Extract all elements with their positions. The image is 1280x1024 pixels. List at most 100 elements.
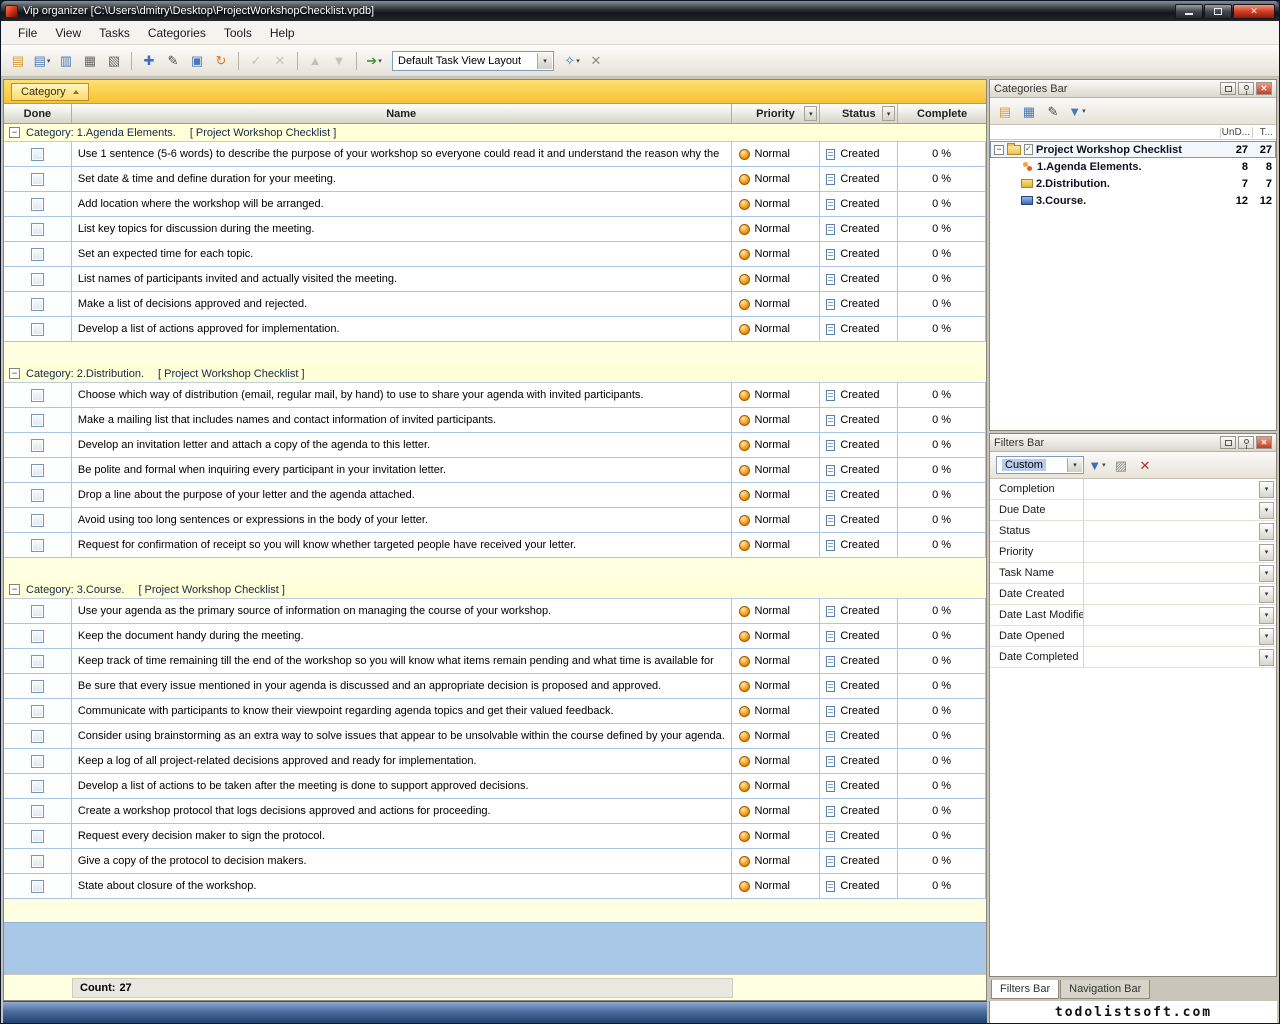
task-name[interactable]: Develop an invitation letter and attach …	[72, 433, 732, 458]
task-done-checkbox[interactable]	[31, 630, 44, 643]
task-priority[interactable]: Normal	[732, 383, 821, 408]
task-name[interactable]: Keep the document handy during the meeti…	[72, 624, 732, 649]
task-priority[interactable]: Normal	[732, 408, 821, 433]
task-row[interactable]: Set an expected time for each topic.Norm…	[4, 242, 986, 267]
column-header-status[interactable]: Status ▾	[820, 104, 898, 123]
task-name[interactable]: Use your agenda as the primary source of…	[72, 599, 732, 624]
task-done-checkbox[interactable]	[31, 780, 44, 793]
add-subcategory-icon[interactable]: ▦	[1018, 100, 1040, 122]
task-name[interactable]: Avoid using too long sentences or expres…	[72, 508, 732, 533]
task-priority[interactable]: Normal	[732, 433, 821, 458]
task-row[interactable]: Give a copy of the protocol to decision …	[4, 849, 986, 874]
task-priority[interactable]: Normal	[732, 217, 821, 242]
filter-dropdown-button[interactable]: ▾	[1259, 481, 1274, 498]
task-done-checkbox[interactable]	[31, 173, 44, 186]
task-row[interactable]: Set date & time and define duration for …	[4, 167, 986, 192]
task-name[interactable]: Consider using brainstorming as an extra…	[72, 724, 732, 749]
task-status[interactable]: Created	[820, 699, 898, 724]
task-done-checkbox[interactable]	[31, 605, 44, 618]
task-complete[interactable]: 0 %	[898, 508, 986, 533]
task-status[interactable]: Created	[820, 508, 898, 533]
task-name[interactable]: Drop a line about the purpose of your le…	[72, 483, 732, 508]
category-group-row[interactable]: −Category: 3.Course.[ Project Workshop C…	[4, 581, 986, 599]
task-row[interactable]: State about closure of the workshop.Norm…	[4, 874, 986, 899]
menu-item-categories[interactable]: Categories	[139, 22, 215, 44]
task-status[interactable]: Created	[820, 267, 898, 292]
task-row[interactable]: Drop a line about the purpose of your le…	[4, 483, 986, 508]
minimize-panel-icon[interactable]	[1220, 82, 1236, 95]
task-priority[interactable]: Normal	[732, 824, 821, 849]
task-complete[interactable]: 0 %	[898, 749, 986, 774]
move-down-icon[interactable]: ▼	[328, 50, 350, 72]
task-row[interactable]: Use 1 sentence (5-6 words) to describe t…	[4, 142, 986, 167]
task-status[interactable]: Created	[820, 724, 898, 749]
move-up-icon[interactable]: ▲	[304, 50, 326, 72]
task-name[interactable]: Use 1 sentence (5-6 words) to describe t…	[72, 142, 732, 167]
pin-panel-icon[interactable]	[1238, 436, 1254, 449]
task-complete[interactable]: 0 %	[898, 599, 986, 624]
task-complete[interactable]: 0 %	[898, 217, 986, 242]
task-priority[interactable]: Normal	[732, 774, 821, 799]
priority-filter-button[interactable]: ▾	[804, 106, 817, 121]
task-status[interactable]: Created	[820, 874, 898, 899]
filter-field-value[interactable]	[1084, 647, 1259, 667]
task-complete[interactable]: 0 %	[898, 192, 986, 217]
task-name[interactable]: List key topics for discussion during th…	[72, 217, 732, 242]
task-status[interactable]: Created	[820, 217, 898, 242]
task-name[interactable]: Develop a list of actions to be taken af…	[72, 774, 732, 799]
task-status[interactable]: Created	[820, 674, 898, 699]
complete-task-icon[interactable]: ✓	[245, 50, 267, 72]
task-done-checkbox[interactable]	[31, 464, 44, 477]
task-done-checkbox[interactable]	[31, 880, 44, 893]
tab-navigation-bar[interactable]: Navigation Bar	[1060, 980, 1150, 999]
task-row[interactable]: Develop an invitation letter and attach …	[4, 433, 986, 458]
task-row[interactable]: Make a list of decisions approved and re…	[4, 292, 986, 317]
task-complete[interactable]: 0 %	[898, 674, 986, 699]
task-name[interactable]: Give a copy of the protocol to decision …	[72, 849, 732, 874]
task-name[interactable]: Request for confirmation of receipt so y…	[72, 533, 732, 558]
column-header-total[interactable]: T...	[1252, 127, 1276, 138]
task-name[interactable]: Keep track of time remaining till the en…	[72, 649, 732, 674]
close-panel-icon[interactable]: ✕	[1256, 436, 1272, 449]
collapse-icon[interactable]: −	[9, 127, 20, 138]
task-name[interactable]: Make a list of decisions approved and re…	[72, 292, 732, 317]
add-category-icon[interactable]: ▤	[994, 100, 1016, 122]
duplicate-task-icon[interactable]: ▣	[186, 50, 208, 72]
task-complete[interactable]: 0 %	[898, 317, 986, 342]
task-row[interactable]: Communicate with participants to know th…	[4, 699, 986, 724]
task-priority[interactable]: Normal	[732, 699, 821, 724]
task-status[interactable]: Created	[820, 167, 898, 192]
collapse-icon[interactable]: −	[9, 584, 20, 595]
category-group-row[interactable]: −Category: 1.Agenda Elements.[ Project W…	[4, 124, 986, 142]
task-done-checkbox[interactable]	[31, 298, 44, 311]
task-name[interactable]: Choose which way of distribution (email,…	[72, 383, 732, 408]
task-priority[interactable]: Normal	[732, 142, 821, 167]
task-priority[interactable]: Normal	[732, 624, 821, 649]
task-name[interactable]: Make a mailing list that includes names …	[72, 408, 732, 433]
task-row[interactable]: Develop a list of actions approved for i…	[4, 317, 986, 342]
task-name[interactable]: Keep a log of all project-related decisi…	[72, 749, 732, 774]
group-by-category-chip[interactable]: Category	[11, 83, 89, 101]
task-done-checkbox[interactable]	[31, 705, 44, 718]
filter-dropdown-button[interactable]: ▾	[1259, 523, 1274, 540]
filter-preset-select[interactable]: Custom ▾	[996, 456, 1084, 474]
task-name[interactable]: Add location where the workshop will be …	[72, 192, 732, 217]
task-complete[interactable]: 0 %	[898, 533, 986, 558]
close-panel-icon[interactable]: ✕	[1256, 82, 1272, 95]
task-priority[interactable]: Normal	[732, 599, 821, 624]
chevron-down-icon[interactable]: ▾	[1082, 107, 1086, 115]
chevron-down-icon[interactable]: ▾	[378, 57, 382, 65]
task-complete[interactable]: 0 %	[898, 433, 986, 458]
task-status[interactable]: Created	[820, 408, 898, 433]
task-done-checkbox[interactable]	[31, 539, 44, 552]
task-done-checkbox[interactable]	[31, 148, 44, 161]
task-priority[interactable]: Normal	[732, 749, 821, 774]
filter-field-value[interactable]	[1084, 479, 1259, 499]
filter-dropdown-button[interactable]: ▾	[1259, 565, 1274, 582]
task-status[interactable]: Created	[820, 292, 898, 317]
task-done-checkbox[interactable]	[31, 855, 44, 868]
menu-item-view[interactable]: View	[46, 22, 90, 44]
task-complete[interactable]: 0 %	[898, 383, 986, 408]
task-row[interactable]: Consider using brainstorming as an extra…	[4, 724, 986, 749]
task-complete[interactable]: 0 %	[898, 649, 986, 674]
